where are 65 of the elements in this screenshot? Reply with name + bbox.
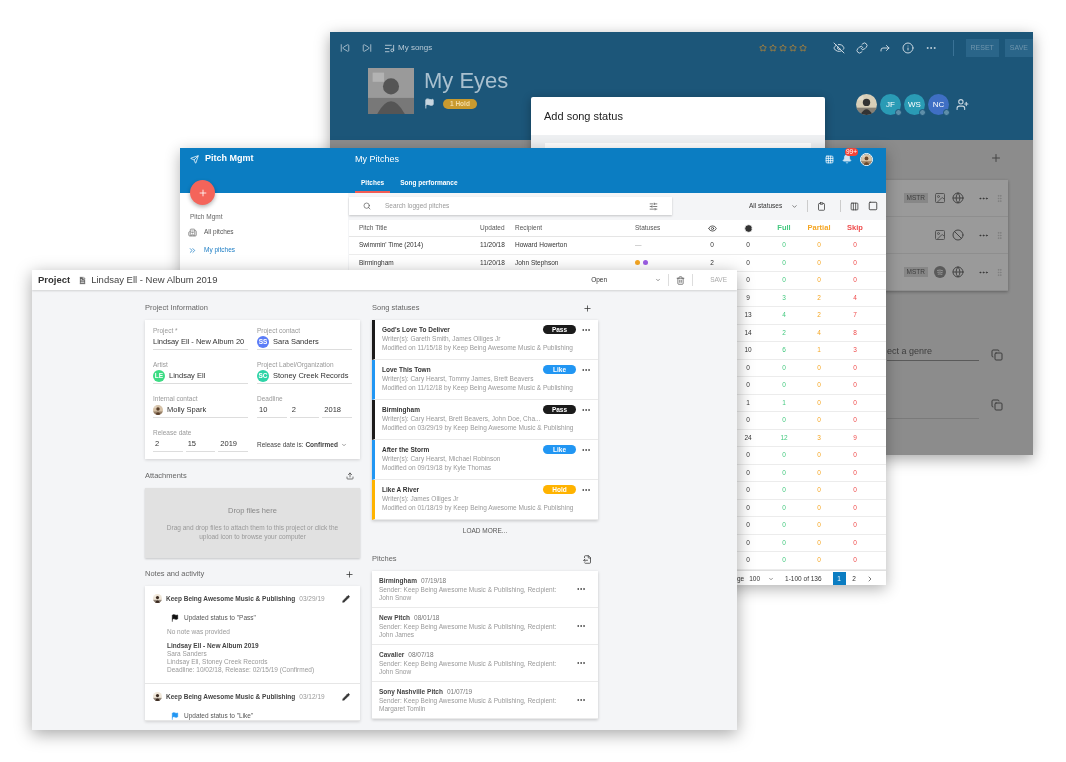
share-icon[interactable] — [878, 42, 891, 54]
search-icon — [363, 202, 371, 210]
eye-icon — [707, 223, 717, 233]
role-badge — [895, 109, 902, 116]
input-field[interactable] — [545, 143, 811, 148]
copy-icon[interactable] — [991, 399, 1003, 411]
queue-icon — [384, 42, 395, 54]
image-icon — [934, 192, 946, 204]
arrows-icon — [188, 245, 197, 255]
star-icon[interactable] — [798, 44, 807, 52]
document-icon — [78, 275, 88, 285]
flag-icon[interactable] — [424, 98, 435, 109]
drag-handle-icon[interactable] — [995, 267, 1004, 277]
columns-icon[interactable] — [850, 201, 860, 211]
copy-icon[interactable] — [991, 349, 1003, 361]
blocked-icon — [952, 229, 964, 241]
star-icon[interactable] — [778, 44, 787, 52]
star-rating[interactable] — [758, 44, 807, 52]
role-badge — [943, 109, 950, 116]
star-icon[interactable] — [758, 44, 767, 52]
globe-icon — [952, 192, 964, 204]
globe-icon — [952, 266, 964, 278]
apps-icon[interactable] — [825, 154, 834, 164]
export-icon[interactable] — [583, 554, 592, 564]
next-icon[interactable] — [362, 43, 372, 53]
link-icon[interactable] — [855, 42, 868, 54]
drag-handle-icon[interactable] — [995, 230, 1004, 240]
star-icon[interactable] — [768, 44, 777, 52]
add-icon[interactable] — [990, 152, 1002, 164]
clipboard-icon[interactable] — [817, 201, 827, 211]
star-icon[interactable] — [788, 44, 797, 52]
spotify-icon — [934, 266, 946, 278]
upload-icon[interactable] — [346, 472, 354, 480]
app-name: Pitch Mgmt — [205, 152, 254, 166]
logo-icon — [190, 154, 199, 164]
add-person-icon[interactable] — [956, 98, 969, 111]
avatar: NC — [928, 94, 949, 115]
nav-label[interactable]: My songs — [398, 42, 433, 54]
page-title: My Pitches — [355, 153, 399, 166]
add-icon[interactable] — [345, 569, 354, 579]
avatar: JF — [880, 94, 901, 115]
edit-icon[interactable] — [342, 692, 350, 701]
role-badge — [919, 109, 926, 116]
avatar: WS — [904, 94, 925, 115]
drag-handle-icon[interactable] — [995, 193, 1004, 203]
caret-icon — [768, 575, 775, 582]
dialog-title: Add song status — [544, 108, 623, 124]
hidden-icon[interactable] — [832, 42, 845, 54]
filter-icon[interactable] — [649, 201, 658, 211]
delete-icon[interactable] — [676, 275, 686, 285]
notifications-icon[interactable] — [842, 154, 852, 164]
image-icon — [934, 229, 946, 241]
edit-icon[interactable] — [342, 594, 350, 603]
previous-icon[interactable] — [340, 43, 350, 53]
window-label: Project — [38, 272, 71, 287]
caret-icon — [791, 202, 799, 210]
caret-icon — [340, 441, 347, 448]
select-all-checkbox[interactable] — [868, 201, 879, 211]
info-icon[interactable] — [901, 42, 914, 54]
song-title: My Eyes — [424, 68, 509, 94]
caret-icon — [655, 277, 662, 283]
building-icon — [188, 227, 197, 237]
plus-icon — [197, 187, 208, 198]
add-icon[interactable] — [583, 303, 592, 313]
project-title: Lindsay Ell - New Album 2019 — [91, 272, 218, 287]
